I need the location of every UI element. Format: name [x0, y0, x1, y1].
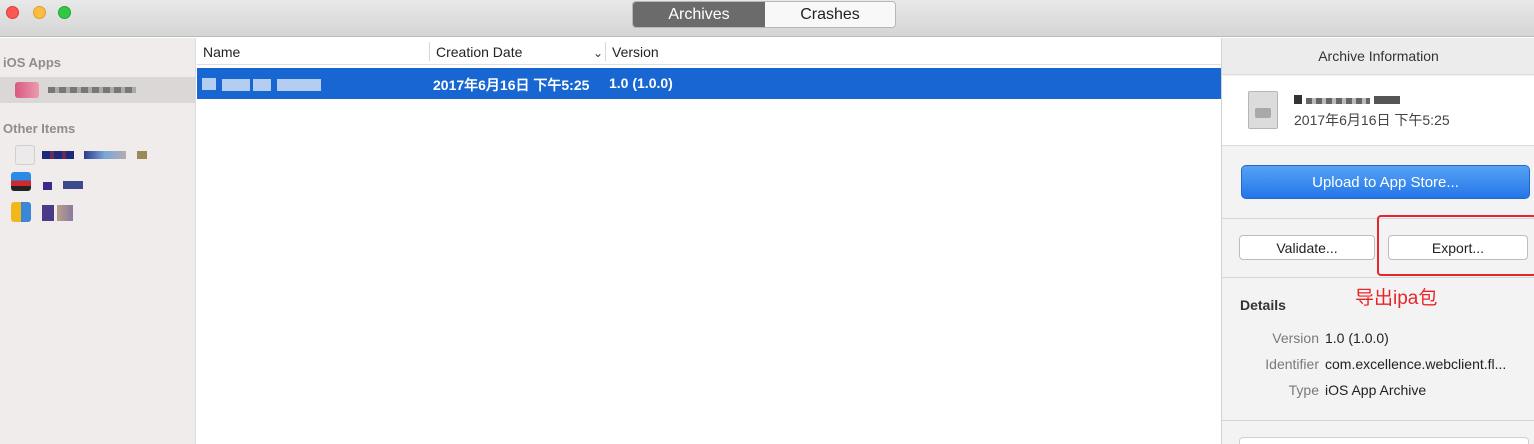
sidebar-item-other-3[interactable] [0, 200, 196, 226]
column-name[interactable]: Name [203, 38, 240, 65]
archive-icon [202, 78, 216, 90]
column-divider[interactable] [605, 42, 606, 61]
title-bar: Archives Crashes [0, 0, 1534, 37]
redacted-item-name [84, 151, 126, 159]
tab-archives[interactable]: Archives [633, 2, 765, 27]
redacted-archive-title [1294, 95, 1302, 104]
redacted-item-name [57, 205, 73, 221]
archive-version: 1.0 (1.0.0) [609, 75, 673, 91]
close-window-button[interactable] [6, 6, 19, 19]
export-highlight-box [1377, 215, 1534, 276]
sidebar-item-app[interactable] [0, 77, 196, 103]
chevron-down-icon: ⌄ [593, 46, 604, 60]
redacted-item-name [137, 151, 147, 159]
details-heading: Details [1240, 297, 1286, 313]
item-icon [15, 145, 35, 165]
minimize-window-button[interactable] [33, 6, 46, 19]
redacted-item-name [42, 205, 54, 221]
inspector-title: Archive Information [1222, 38, 1534, 75]
sidebar: iOS Apps Other Items [0, 38, 196, 444]
divider [1222, 277, 1534, 278]
detail-label-version: Version [1272, 330, 1319, 346]
description-field[interactable] [1239, 437, 1529, 444]
redacted-archive-name [277, 79, 321, 91]
archive-creation-date: 2017年6月16日 下午5:25 [433, 77, 590, 93]
sidebar-section-ios-apps: iOS Apps [3, 55, 62, 70]
sidebar-item-other-1[interactable] [0, 142, 196, 168]
item-icon [11, 172, 31, 191]
column-creation-date[interactable]: Creation Date [436, 38, 522, 65]
archive-summary: 2017年6月16日 下午5:25 [1222, 76, 1534, 146]
archive-document-icon [1248, 91, 1278, 129]
redacted-archive-name [253, 79, 271, 91]
column-header: Name Creation Date ⌄ Version [197, 38, 1221, 65]
zoom-window-button[interactable] [58, 6, 71, 19]
app-icon [15, 82, 39, 98]
sidebar-item-other-2[interactable] [0, 171, 196, 197]
archive-inspector: Archive Information 2017年6月16日 下午5:25 Up… [1221, 38, 1534, 444]
tab-crashes[interactable]: Crashes [765, 2, 895, 27]
item-icon [11, 202, 31, 222]
upload-to-app-store-button[interactable]: Upload to App Store... [1241, 165, 1530, 199]
export-annotation: 导出ipa包 [1355, 288, 1438, 309]
column-version[interactable]: Version [612, 38, 659, 65]
divider [1222, 420, 1534, 421]
table-row[interactable]: 2017年6月16日 下午5:25 1.0 (1.0.0) [197, 68, 1221, 99]
redacted-archive-name [222, 79, 250, 91]
archive-date: 2017年6月16日 下午5:25 [1294, 112, 1450, 128]
detail-label-identifier: Identifier [1265, 356, 1319, 372]
detail-label-type: Type [1288, 382, 1319, 398]
archives-crashes-segmented-control: Archives Crashes [632, 1, 896, 28]
detail-value-version: 1.0 (1.0.0) [1325, 330, 1389, 346]
detail-value-type: iOS App Archive [1325, 382, 1427, 398]
sidebar-section-other-items: Other Items [3, 121, 76, 136]
validate-button[interactable]: Validate... [1239, 235, 1375, 260]
detail-value-identifier: com.excellence.webclient.fl... [1325, 356, 1507, 372]
archive-list: Name Creation Date ⌄ Version 2017年6月16日 … [197, 38, 1221, 444]
redacted-archive-title [1306, 98, 1370, 104]
redacted-item-name [63, 181, 83, 189]
redacted-item-name [43, 182, 52, 190]
column-divider[interactable] [429, 42, 430, 61]
redacted-app-name [48, 87, 136, 93]
redacted-item-name [42, 151, 74, 159]
redacted-archive-title [1374, 96, 1400, 104]
